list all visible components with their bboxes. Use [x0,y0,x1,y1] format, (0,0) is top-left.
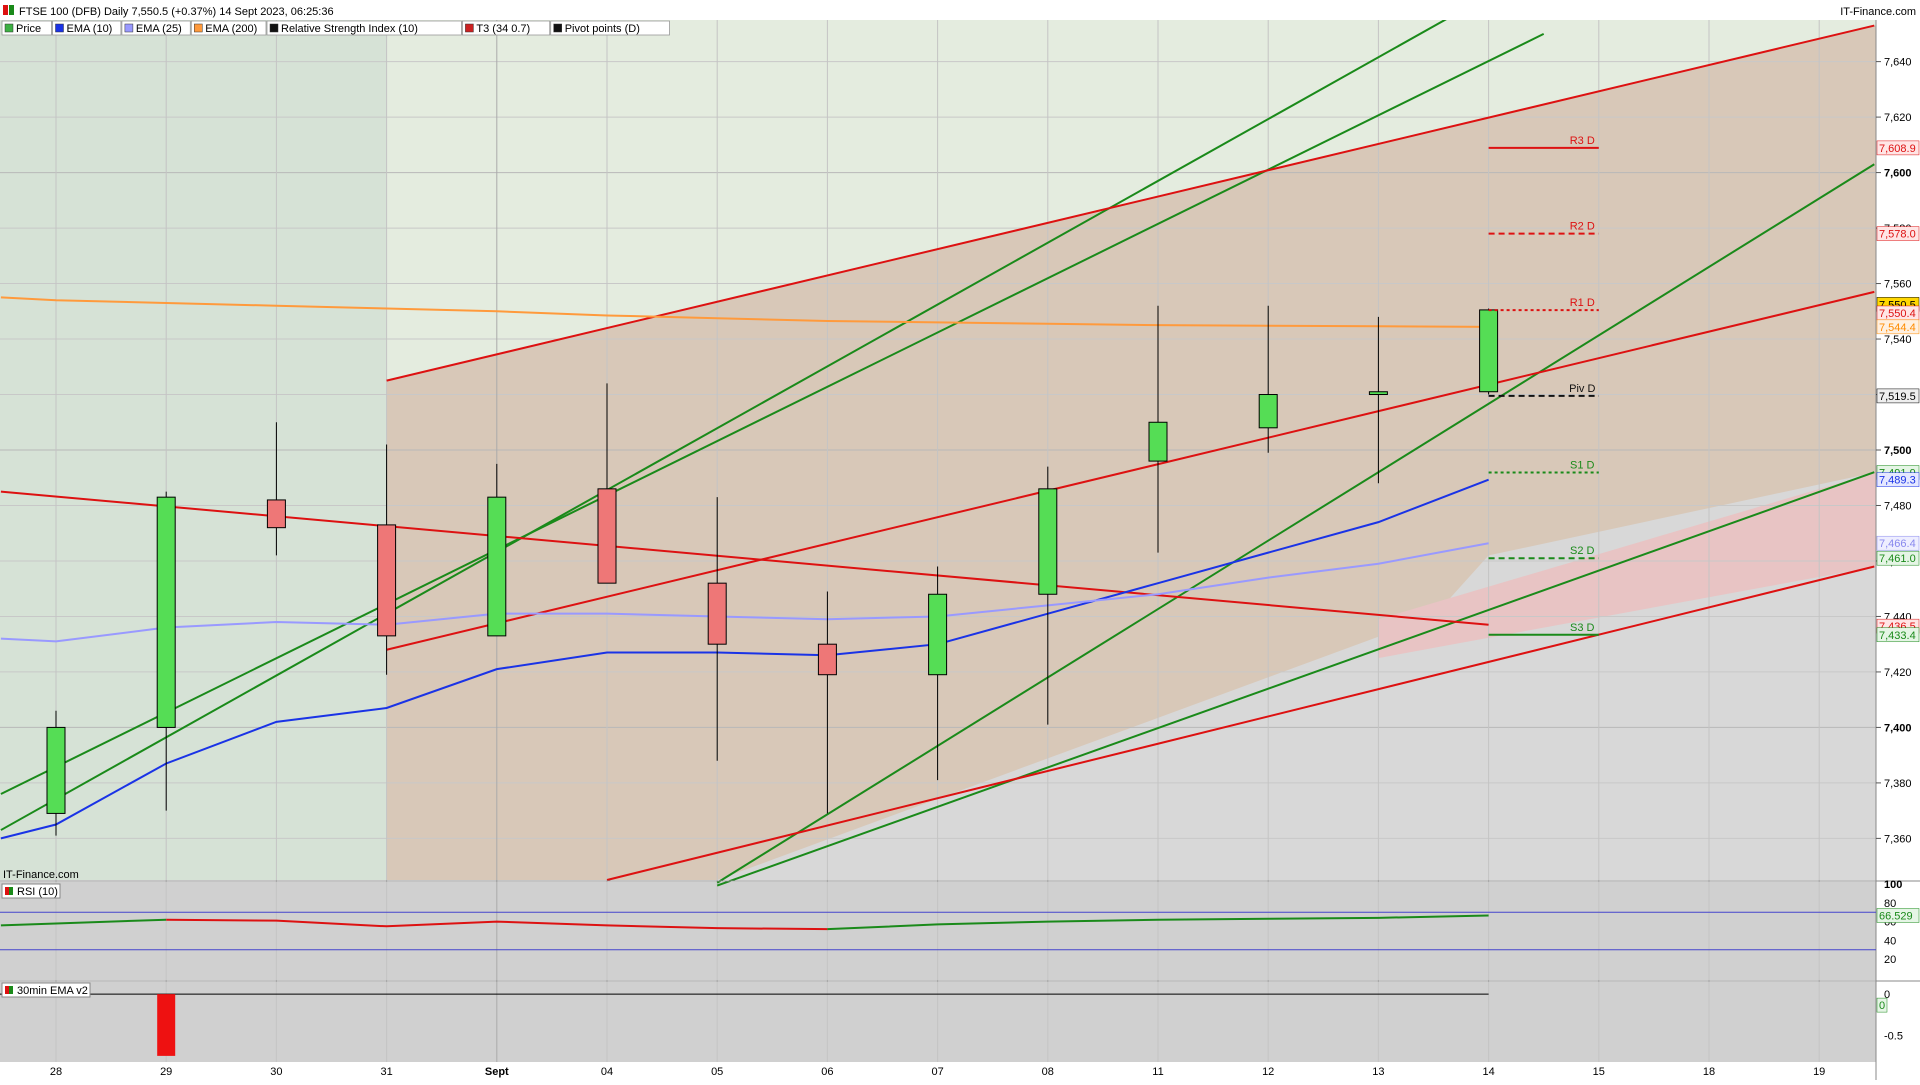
legend-item[interactable]: Relative Strength Index (10) [266,20,462,36]
y-tick-label: 7,420 [1884,667,1912,679]
price-tag-label: 7,608.9 [1879,143,1916,155]
x-tick-label: 11 [1152,1066,1163,1078]
y-tick-label: 7,400 [1884,722,1912,734]
price-tag-label: 7,433.4 [1879,630,1916,642]
ema30-title-icon [9,986,13,994]
x-tick-label: 30 [270,1066,282,1078]
y-tick-label: 7,560 [1884,279,1912,291]
legend-item-label: Pivot points (D) [565,23,640,35]
rsi-axis-label: 100 [1884,879,1902,891]
y-tick-label: 7,500 [1884,445,1912,457]
legend-item-label: EMA (200) [205,23,257,35]
pivot-label: Piv D [1569,383,1595,395]
price-tag-label: 7,461.0 [1879,553,1916,565]
x-tick-label: 31 [380,1066,392,1078]
candle-body [1148,421,1168,462]
pivot-label: R2 D [1570,221,1595,233]
price-tag-label: 7,466.4 [1879,538,1916,550]
x-tick-label: 29 [160,1066,172,1078]
candle-body [46,726,66,814]
legend-item-label: EMA (10) [67,23,113,35]
x-tick-label: 15 [1593,1066,1605,1078]
line-swatch-icon [465,23,474,33]
rsi-title-icon [5,887,9,895]
x-tick-label: 05 [711,1066,723,1078]
candle-body [597,488,617,584]
watermark-label: IT-Finance.com [3,869,79,881]
brand-label: IT-Finance.com [1840,6,1916,18]
pivot-label: R3 D [1570,135,1595,147]
legend-item[interactable]: EMA (10) [52,20,122,36]
y-tick-label: 7,360 [1884,833,1912,845]
x-tick-label: 07 [931,1066,943,1078]
ema30-title: 30min EMA v2 [17,985,88,997]
candle-body [1368,391,1388,396]
x-tick-label: 28 [50,1066,62,1078]
rsi-axis-label: 40 [1884,935,1896,947]
price-tag-label: 7,489.3 [1879,475,1916,487]
ema30-title-icon [5,986,9,994]
ema30-bar [157,994,176,1056]
rsi-value-label: 66.529 [1879,910,1913,922]
legend-item[interactable]: EMA (25) [121,20,191,36]
line-swatch-icon [553,23,562,33]
line-swatch-icon [55,23,64,33]
candle-body [377,524,397,637]
y-tick-label: 7,380 [1884,778,1912,790]
ema30-value-label: 0 [1879,1000,1885,1012]
x-tick-label: 12 [1262,1066,1274,1078]
x-tick-label: Sept [485,1066,509,1078]
legend-bar: Price EMA (10) EMA (25) EMA (200) Relative S… [1,20,670,36]
legend-item[interactable]: Price [1,20,52,36]
y-tick-label: 7,620 [1884,112,1912,124]
candle-body [487,496,507,637]
candle-body [1479,309,1499,393]
legend-item-label: Price [16,23,41,35]
legend-item-label: T3 (34 0.7) [476,23,530,35]
legend-item-label: Relative Strength Index (10) [281,23,418,35]
candle-body [266,499,286,529]
x-tick-label: 13 [1372,1066,1384,1078]
candle-body [156,496,176,728]
legend-item[interactable]: T3 (34 0.7) [461,20,551,36]
pivot-label: S2 D [1570,545,1595,557]
x-tick-label: 04 [601,1066,613,1078]
chart-svg: R3 D R2 D R1 D Piv D S1 D S2 D S3 D 7,360 7,380… [0,0,1920,1080]
legend-item-label: EMA (25) [136,23,182,35]
chart-root: R3 D R2 D R1 D Piv D S1 D S2 D S3 D 7,360 7,380… [0,0,1920,1080]
line-swatch-icon [124,23,134,33]
pivot-label: S3 D [1570,622,1595,634]
candle-body [1038,488,1058,595]
y-tick-label: 7,640 [1884,57,1912,69]
rsi-title: RSI (10) [17,886,58,898]
candle-icon [4,23,14,33]
x-tick-label: 14 [1482,1066,1494,1078]
x-tick-label: 06 [821,1066,833,1078]
legend-item[interactable]: EMA (200) [190,20,267,36]
price-tag-label: 7,578.0 [1879,229,1916,241]
rsi-title-icon [9,887,13,895]
pivot-label: S1 D [1570,459,1595,471]
candle-body [817,643,837,676]
legend-item[interactable]: Pivot points (D) [550,20,670,36]
candle-body [1258,394,1278,429]
ema30-axis-label: -0.5 [1884,1030,1903,1042]
x-tick-label: 08 [1042,1066,1054,1078]
chart-title: FTSE 100 (DFB) Daily 7,550.5 (+0.37%) 14… [19,6,334,18]
y-tick-label: 7,600 [1884,168,1912,180]
candle-body [707,582,727,645]
y-tick-label: 7,480 [1884,500,1912,512]
line-swatch-icon [194,23,203,33]
rsi-axis-label: 80 [1884,898,1896,910]
y-tick-label: 7,540 [1884,334,1912,346]
pivot-label: R1 D [1570,297,1595,309]
price-tag-label: 7,550.4 [1879,308,1916,320]
price-tag-label: 7,519.5 [1879,391,1916,403]
price-tag-label: 7,544.4 [1879,322,1916,334]
line-swatch-icon [269,23,279,33]
rsi-axis-label: 20 [1884,954,1896,966]
candle-body [928,593,948,676]
x-tick-label: 19 [1813,1066,1825,1078]
x-tick-label: 18 [1703,1066,1715,1078]
